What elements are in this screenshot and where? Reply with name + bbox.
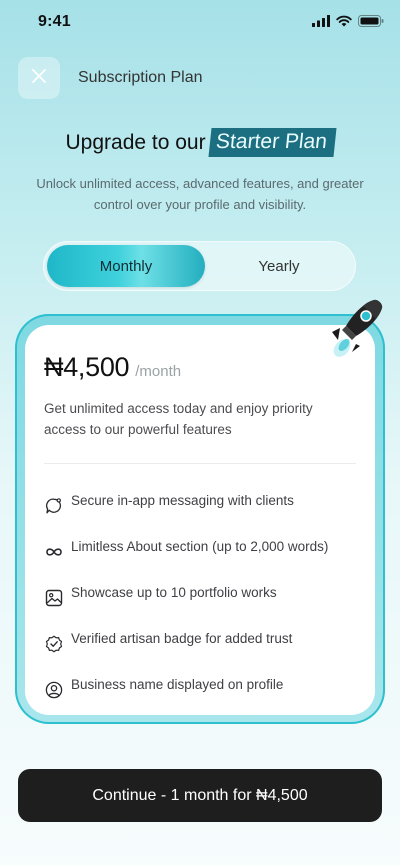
feature-list: Secure in-app messaging with clients Lim… <box>44 483 364 713</box>
feature-label: Verified artisan badge for added trust <box>71 630 293 646</box>
status-bar: 9:41 <box>0 0 400 48</box>
image-icon <box>44 588 64 608</box>
feature-item: Limitless About section (up to 2,000 wor… <box>44 529 364 575</box>
hero-title-prefix: Upgrade to our <box>65 130 206 154</box>
chat-bubble-icon <box>44 496 64 516</box>
feature-item: Business name displayed on profile <box>44 667 364 713</box>
feature-item: Showcase up to 10 portfolio works <box>44 575 364 621</box>
plan-name-badge: Starter Plan <box>208 128 337 157</box>
close-button[interactable] <box>18 57 60 99</box>
user-circle-icon <box>44 680 64 700</box>
status-icons <box>312 14 384 32</box>
toggle-monthly[interactable]: Monthly <box>47 245 205 287</box>
continue-button[interactable]: Continue - 1 month for ₦4,500 <box>18 769 382 822</box>
feature-item: Verified artisan badge for added trust <box>44 621 364 667</box>
status-time: 9:41 <box>38 13 71 30</box>
close-icon <box>31 68 47 89</box>
signal-icon <box>312 14 330 32</box>
hero-title: Upgrade to our Starter Plan <box>0 128 400 157</box>
battery-icon <box>358 14 384 32</box>
feature-label: Limitless About section (up to 2,000 wor… <box>71 538 329 554</box>
feature-label: Business name displayed on profile <box>71 676 284 692</box>
hero-subtitle: Unlock unlimited access, advanced featur… <box>36 176 364 212</box>
price-period: /month <box>135 363 182 380</box>
plan-description: Get unlimited access today and enjoy pri… <box>44 401 313 437</box>
verified-badge-icon <box>44 634 64 654</box>
billing-toggle: Yearly Monthly <box>43 241 356 291</box>
price-amount: ₦4,500 <box>44 352 130 382</box>
feature-label: Secure in-app messaging with clients <box>71 492 294 508</box>
feature-item: Secure in-app messaging with clients <box>44 483 364 529</box>
divider <box>44 463 356 464</box>
price-row: ₦4,500 /month <box>44 352 181 383</box>
feature-label: Showcase up to 10 portfolio works <box>71 584 277 600</box>
toggle-yearly[interactable]: Yearly <box>201 245 357 287</box>
rocket-icon <box>326 292 386 362</box>
wifi-icon <box>336 14 352 32</box>
page-title: Subscription Plan <box>78 69 203 86</box>
infinity-icon <box>44 542 64 562</box>
